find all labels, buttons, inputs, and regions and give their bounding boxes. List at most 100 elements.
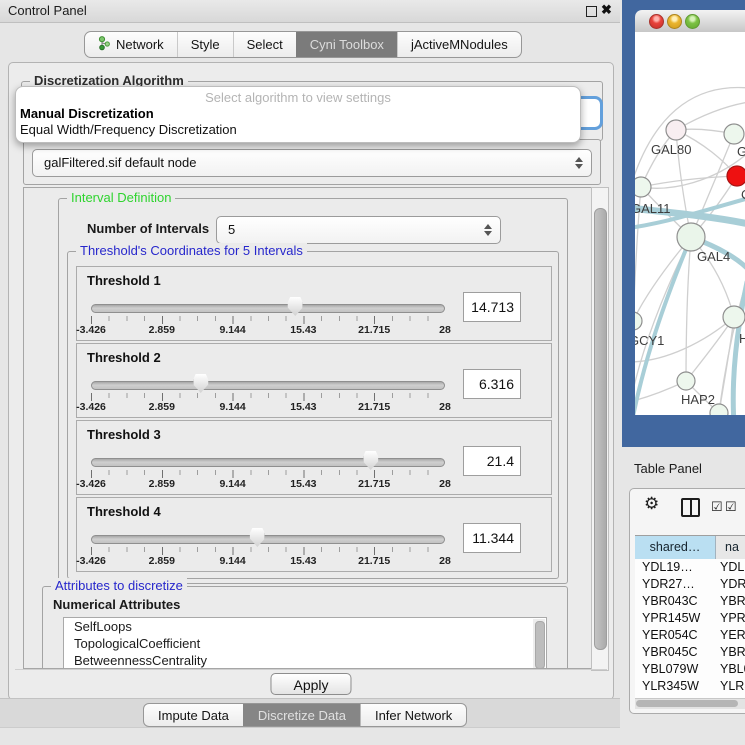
threshold-label: Threshold 1 (87, 273, 161, 288)
slider-tick-label: 9.144 (219, 401, 245, 413)
table-horizontal-scrollbar[interactable] (635, 698, 745, 709)
viewport-scrollbar-thumb[interactable] (594, 208, 607, 650)
control-panel-titlebar: Control Panel ✖ (0, 0, 620, 23)
numerical-attribute-item[interactable]: SelfLoops (64, 618, 546, 635)
settings-viewport: Interval Definition Number of Intervals … (23, 187, 593, 669)
table-row[interactable]: YBL079WYBL0 (635, 661, 745, 678)
close-icon[interactable]: ✖ (601, 2, 612, 18)
slider-thumb[interactable] (193, 374, 208, 393)
table-cell[interactable]: YBR0 (716, 644, 745, 661)
attributes-group-label: Attributes to discretize (51, 578, 187, 593)
tab-infer-network[interactable]: Infer Network (360, 704, 466, 726)
viewport-scrollbar[interactable] (591, 187, 609, 671)
table-cell[interactable]: YBR043C (635, 593, 716, 610)
slider-thumb[interactable] (363, 451, 378, 470)
tab-impute-data[interactable]: Impute Data (144, 704, 243, 726)
table-cell[interactable]: YLR3 (716, 678, 745, 695)
table-row[interactable]: YDL19…YDL1 (635, 559, 745, 576)
slider-track[interactable] (91, 304, 445, 313)
table-row[interactable]: YBR043CYBR0 (635, 593, 745, 610)
threshold-slider[interactable]: -3.4262.8599.14415.4321.71528 (91, 451, 445, 491)
tab-network[interactable]: Network (85, 32, 177, 57)
table-data-combobox[interactable]: galFiltered.sif default node (32, 149, 592, 177)
numerical-attribute-item[interactable]: BetweennessCentrality (64, 652, 546, 669)
checkbox-icon[interactable]: ☑ (711, 499, 723, 515)
number-of-intervals-label: Number of Intervals (87, 221, 209, 236)
threshold-panel: Threshold 1 -3.4262.8599.14415.4321.7152… (76, 266, 552, 341)
table-row[interactable]: YBR045CYBR0 (635, 644, 745, 661)
table-cell[interactable]: YBR0 (716, 593, 745, 610)
network-node[interactable] (635, 177, 651, 197)
list-scrollbar[interactable] (533, 619, 545, 669)
threshold-value-input[interactable]: 6.316 (463, 369, 521, 399)
slider-tick-label: -3.426 (76, 324, 106, 336)
attributes-group: Attributes to discretize Numerical Attri… (42, 586, 568, 669)
numerical-attributes-list[interactable]: SelfLoopsTopologicalCoefficientBetweenne… (63, 617, 547, 669)
table-row[interactable]: YDR27…YDR2 (635, 576, 745, 593)
checkbox-icon[interactable]: ☑ (725, 499, 737, 515)
table-cell[interactable]: YDR27… (635, 576, 716, 593)
numerical-attribute-item[interactable]: TopologicalCoefficient (64, 635, 546, 652)
minimize-window-button[interactable] (667, 14, 682, 29)
network-edge (733, 282, 745, 415)
network-node[interactable] (724, 124, 744, 144)
threshold-slider[interactable]: -3.4262.8599.14415.4321.71528 (91, 528, 445, 568)
slider-thumb[interactable] (250, 528, 265, 547)
table-row[interactable]: YER054CYER0 (635, 627, 745, 644)
table-cell[interactable]: YDL1 (716, 559, 745, 576)
column-header-shared[interactable]: shared… (635, 536, 716, 559)
zoom-window-button[interactable] (685, 14, 700, 29)
slider-tick-label: 15.43 (290, 478, 316, 490)
slider-track[interactable] (91, 458, 445, 467)
slider-tick-label: 21.715 (358, 555, 390, 567)
table-row[interactable]: YPR145WYPR1 (635, 610, 745, 627)
tab-select[interactable]: Select (233, 32, 296, 57)
tab-cyni-toolbox-label: Cyni Toolbox (310, 37, 384, 52)
threshold-slider[interactable]: -3.4262.8599.14415.4321.71528 (91, 374, 445, 414)
table-cell[interactable]: YBL0 (716, 661, 745, 678)
table-cell[interactable]: YLR345W (635, 678, 716, 695)
table-horizontal-scrollbar-thumb[interactable] (636, 700, 738, 707)
network-window-titlebar[interactable] (635, 10, 745, 33)
network-node-label: GAL11 (635, 201, 671, 216)
threshold-value-input[interactable]: 14.713 (463, 292, 521, 322)
tab-jactivemnodules[interactable]: jActiveMNodules (397, 32, 521, 57)
table-cell[interactable]: YPR1 (716, 610, 745, 627)
option-manual-discretization[interactable]: Manual Discretization (20, 106, 154, 121)
threshold-slider[interactable]: -3.4262.8599.14415.4321.71528 (91, 297, 445, 337)
table-cell[interactable]: YBR045C (635, 644, 716, 661)
tab-select-label: Select (247, 37, 283, 52)
table-cell[interactable]: YBL079W (635, 661, 716, 678)
threshold-value-input[interactable]: 21.4 (463, 446, 521, 476)
slider-track[interactable] (91, 381, 445, 390)
table-cell[interactable]: YER054C (635, 627, 716, 644)
tab-discretize-data[interactable]: Discretize Data (243, 704, 360, 726)
float-window-icon[interactable] (586, 6, 597, 17)
network-node[interactable] (635, 312, 642, 330)
list-scrollbar-thumb[interactable] (535, 621, 545, 669)
network-node[interactable] (723, 306, 745, 328)
network-canvas[interactable]: GAL80GACGAL11GAL4GCY1HHAP2 (635, 32, 745, 415)
close-window-button[interactable] (649, 14, 664, 29)
tab-style[interactable]: Style (177, 32, 233, 57)
network-node[interactable] (677, 372, 695, 390)
slider-track[interactable] (91, 535, 445, 544)
table-cell[interactable]: YDL19… (635, 559, 716, 576)
columns-icon[interactable] (681, 498, 700, 517)
table-row[interactable]: YLR345WYLR3 (635, 678, 745, 695)
tab-cyni-toolbox[interactable]: Cyni Toolbox (296, 32, 397, 57)
table-cell[interactable]: YDR2 (716, 576, 745, 593)
tab-style-label: Style (191, 37, 220, 52)
table-cell[interactable]: YER0 (716, 627, 745, 644)
slider-thumb[interactable] (288, 297, 303, 316)
network-node[interactable] (666, 120, 686, 140)
gear-icon[interactable]: ⚙ (644, 494, 659, 514)
number-of-intervals-combobox[interactable]: 5 (216, 216, 501, 244)
network-node[interactable] (677, 223, 705, 251)
option-equal-width-frequency[interactable]: Equal Width/Frequency Discretization (20, 122, 237, 137)
table-cell[interactable]: YPR145W (635, 610, 716, 627)
threshold-value-input[interactable]: 11.344 (463, 523, 521, 553)
network-node[interactable] (727, 166, 745, 186)
apply-button[interactable]: Apply (270, 673, 351, 695)
column-header-name[interactable]: na (716, 536, 745, 559)
